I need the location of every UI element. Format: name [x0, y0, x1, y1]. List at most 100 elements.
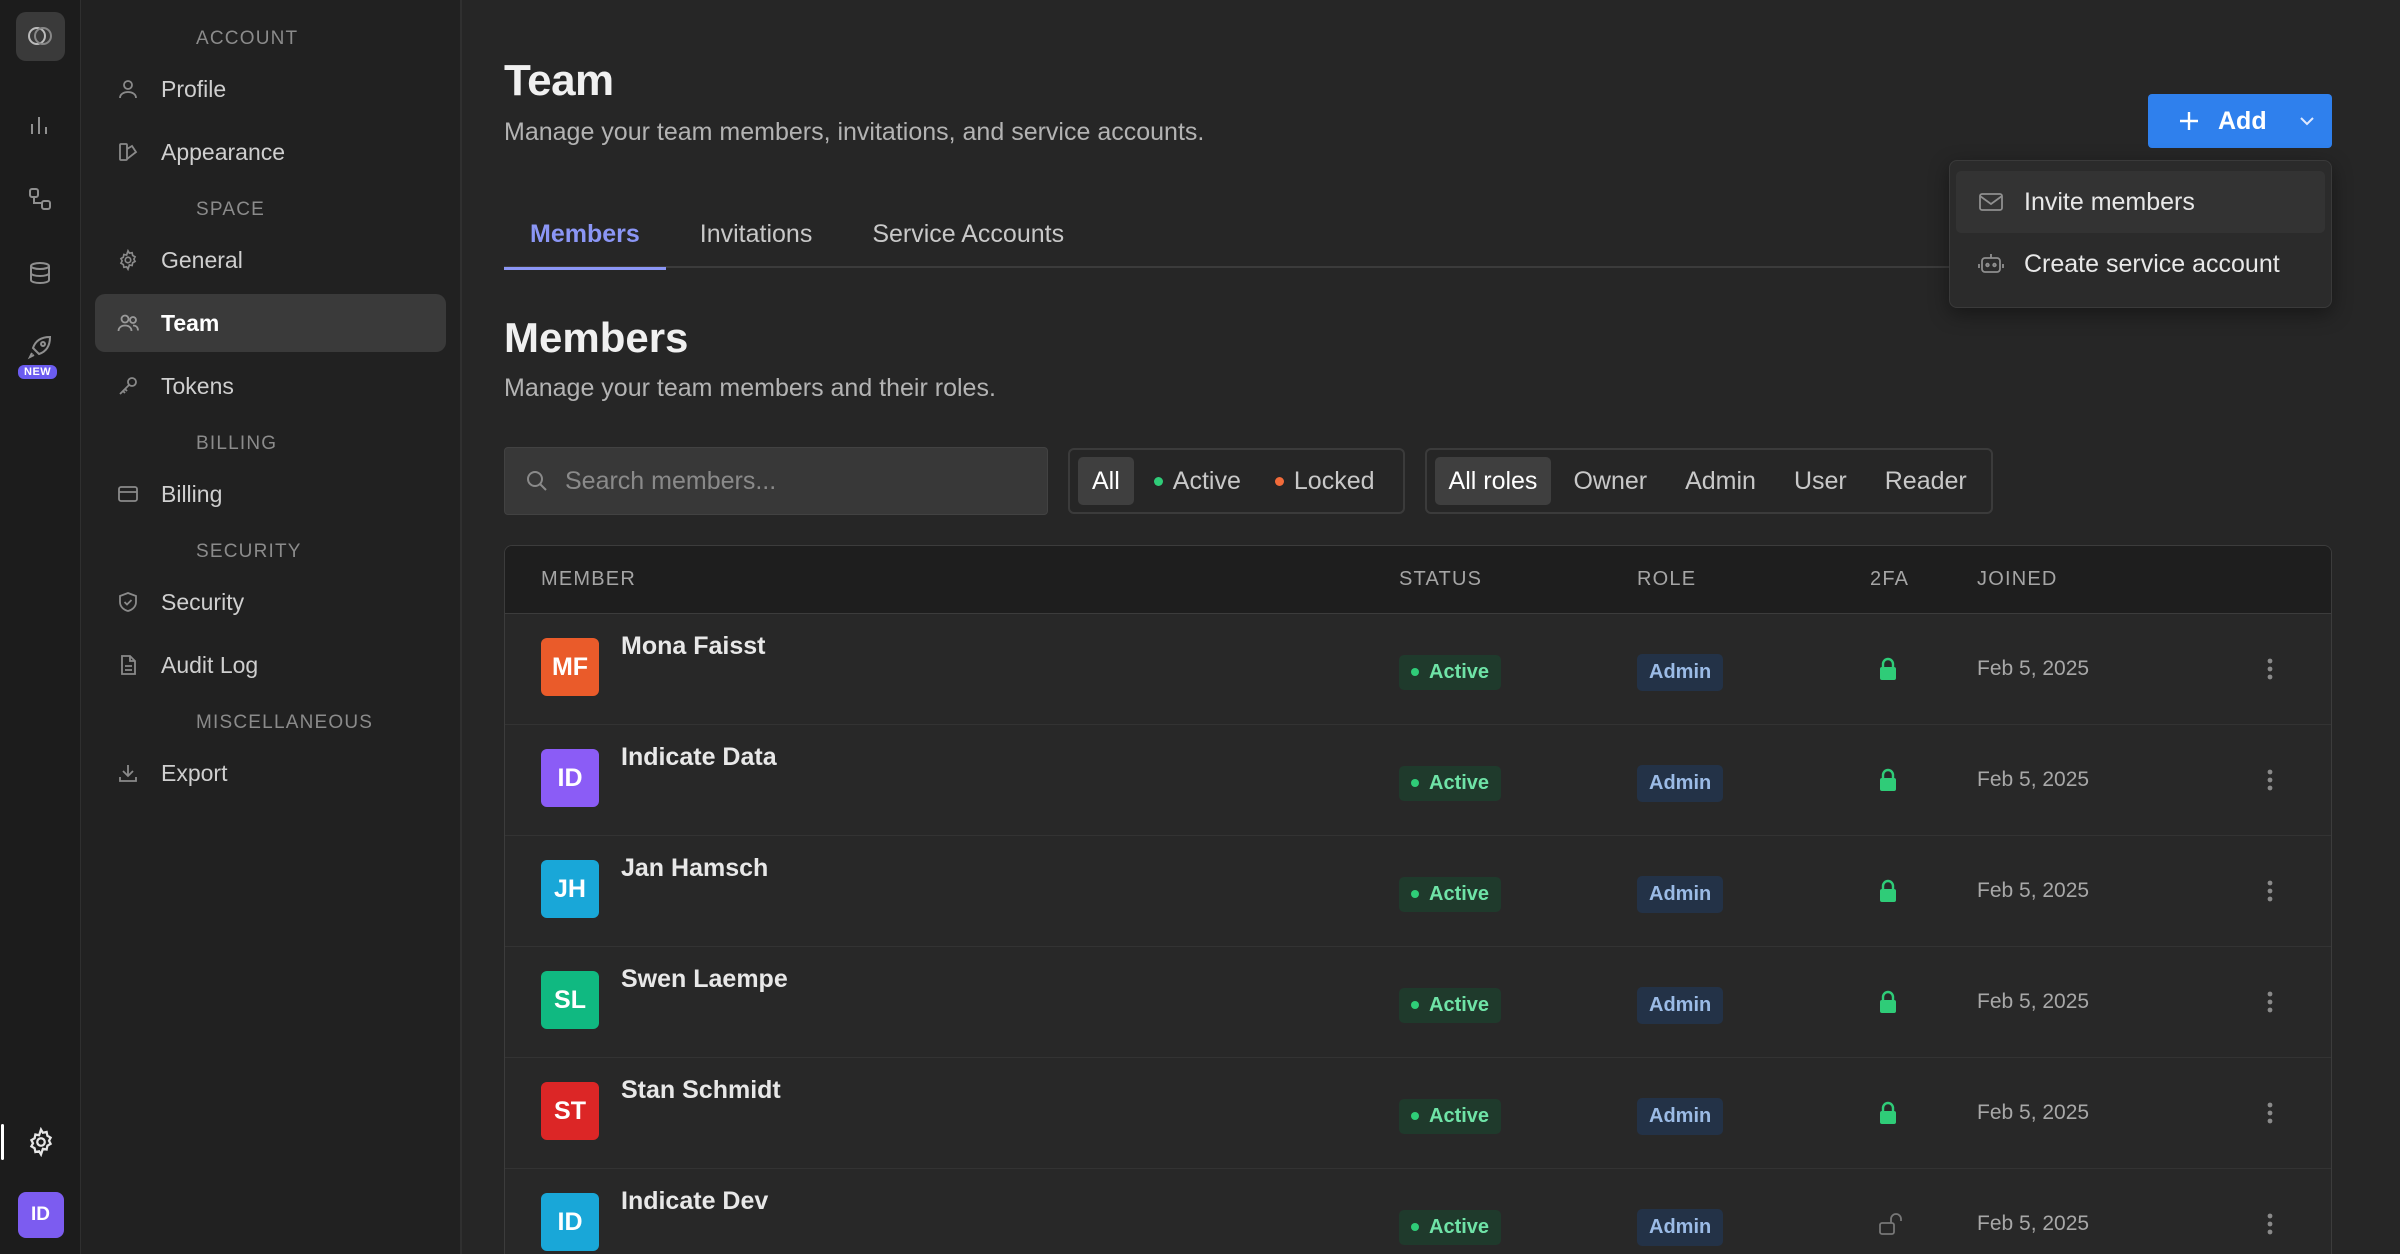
sidebar-item-billing[interactable]: Billing [95, 465, 446, 523]
role-filter-user[interactable]: User [1784, 457, 1857, 505]
status-filter-locked[interactable]: Locked [1261, 457, 1389, 505]
bar-chart-icon[interactable] [20, 105, 60, 145]
sidebar-item-general[interactable]: General [95, 231, 446, 289]
role-filter: All roles Owner Admin User Reader [1424, 448, 1993, 514]
tab-members[interactable]: Members [504, 201, 666, 270]
member-name: Jan Hamsch [621, 854, 769, 882]
menu-item-create-service-account[interactable]: Create service account [1956, 233, 2325, 295]
status-dot [1411, 1223, 1419, 1231]
joined-date: Feb 5, 2025 [1977, 990, 2090, 1013]
more-options-icon[interactable] [2207, 1101, 2331, 1125]
member-cell: ST Stan Schmidt [505, 1076, 1399, 1140]
bot-icon [1978, 254, 2004, 273]
role-badge: Admin [1637, 875, 1724, 913]
plus-icon [2180, 112, 2198, 130]
member-name: Indicate Data [621, 743, 777, 771]
sidebar-item-tokens[interactable]: Tokens [95, 357, 446, 415]
sidebar-item-export[interactable]: Export [95, 744, 446, 802]
member-name: Stan Schmidt [621, 1076, 781, 1104]
status-filter-all[interactable]: All [1078, 457, 1134, 505]
user-avatar[interactable]: ID [17, 1192, 64, 1238]
sidebar-item-audit-log[interactable]: Audit Log [95, 636, 446, 694]
column-header-2fa: 2FA [1870, 568, 1910, 590]
status-badge: Active [1399, 876, 1502, 912]
sidebar-item-security[interactable]: Security [95, 573, 446, 631]
status-filter: All Active Locked [1068, 448, 1405, 514]
role-filter-reader[interactable]: Reader [1875, 457, 1977, 505]
gear-icon[interactable] [0, 1122, 61, 1162]
member-name: Swen Laempe [621, 965, 788, 993]
sidebar-item-profile[interactable]: Profile [95, 60, 446, 118]
status-filter-active[interactable]: Active [1140, 457, 1255, 505]
more-options-icon[interactable] [2207, 879, 2331, 903]
tab-invitations[interactable]: Invitations [666, 201, 839, 268]
more-options-icon[interactable] [2207, 657, 2331, 681]
more-options-icon[interactable] [2207, 768, 2331, 792]
table-row[interactable]: SL Swen Laempe Active Admin Feb 5, 2025 [505, 947, 2331, 1058]
role-filter-all-roles[interactable]: All roles [1434, 457, 1552, 505]
sidebar-item-appearance[interactable]: Appearance [95, 123, 446, 181]
status-label: Active [1429, 660, 1490, 683]
member-cell: SL Swen Laempe [505, 965, 1399, 1029]
search-input[interactable] [565, 466, 1005, 496]
status-cell: Active [1399, 649, 1637, 690]
member-avatar: MF [541, 638, 599, 696]
status-cell: Active [1399, 760, 1637, 801]
database-icon[interactable] [20, 253, 60, 293]
file-icon [121, 655, 136, 675]
member-cell: ID Indicate Data [505, 743, 1399, 807]
workflow-icon[interactable] [20, 179, 60, 219]
role-filter-admin[interactable]: Admin [1675, 457, 1766, 505]
status-label: Active [1429, 1104, 1490, 1127]
locked-dot [1274, 476, 1284, 486]
rocket-icon[interactable]: NEW [18, 327, 60, 379]
unlock-icon [1870, 1212, 1977, 1236]
role-cell: Admin [1637, 759, 1870, 802]
joined-date: Feb 5, 2025 [1977, 1212, 2090, 1235]
table-row[interactable]: JH Jan Hamsch Active Admin Feb 5, 2025 [505, 836, 2331, 947]
app-logo-icon[interactable] [15, 12, 65, 61]
status-cell: Active [1399, 982, 1637, 1023]
lock-icon [1870, 768, 1977, 792]
joined-date: Feb 5, 2025 [1977, 768, 2090, 791]
member-name: Mona Faisst [621, 632, 766, 660]
column-header-joined: JOINED [1977, 568, 2058, 590]
more-options-icon[interactable] [2207, 1212, 2331, 1236]
add-button[interactable]: Add [2148, 94, 2332, 148]
role-badge: Admin [1637, 653, 1724, 691]
section-subtitle: Manage your team members and their roles… [504, 374, 996, 402]
filter-bar: All Active Locked All roles Owner Admin … [504, 447, 2332, 515]
menu-item-invite-members[interactable]: Invite members [1956, 171, 2325, 233]
lock-icon [1870, 657, 1977, 681]
section-title: Members [504, 314, 689, 361]
page-subtitle: Manage your team members, invitations, a… [504, 118, 1205, 146]
member-cell: ID Indicate Dev [505, 1187, 1399, 1251]
sidebar-item-label: Audit Log [161, 651, 259, 678]
sidebar-item-label: Tokens [161, 372, 234, 399]
chevron-down-icon[interactable] [2282, 94, 2332, 148]
role-cell: Admin [1637, 1203, 1870, 1246]
members-table: MEMBER STATUS ROLE 2FA JOINED MF Mona Fai… [504, 545, 2332, 1254]
status-badge: Active [1399, 987, 1502, 1023]
role-badge: Admin [1637, 764, 1724, 802]
more-options-icon[interactable] [2207, 990, 2331, 1014]
table-row[interactable]: ST Stan Schmidt Active Admin Feb 5, 2025 [505, 1058, 2331, 1169]
search-field[interactable] [504, 447, 1048, 515]
role-cell: Admin [1637, 1092, 1870, 1135]
status-cell: Active [1399, 871, 1637, 912]
member-name: Indicate Dev [621, 1187, 769, 1215]
table-header: MEMBER STATUS ROLE 2FA JOINED [505, 546, 2331, 614]
sidebar-group-title: SPACE [196, 199, 266, 220]
new-badge: NEW [18, 365, 58, 379]
sidebar-item-team[interactable]: Team [95, 294, 446, 352]
status-label: Active [1429, 771, 1490, 794]
shield-icon [119, 592, 137, 612]
tab-service-accounts[interactable]: Service Accounts [838, 201, 1090, 268]
role-badge: Admin [1637, 1097, 1724, 1135]
table-row[interactable]: ID Indicate Data Active Admin Feb 5, 2025 [505, 725, 2331, 836]
mail-icon [1979, 193, 2003, 211]
table-row[interactable]: ID Indicate Dev Active Admin Feb 5, 2025 [505, 1169, 2331, 1254]
role-filter-owner[interactable]: Owner [1563, 457, 1657, 505]
lock-icon [1870, 879, 1977, 903]
table-row[interactable]: MF Mona Faisst Active Admin Feb 5, 2025 [505, 614, 2331, 725]
